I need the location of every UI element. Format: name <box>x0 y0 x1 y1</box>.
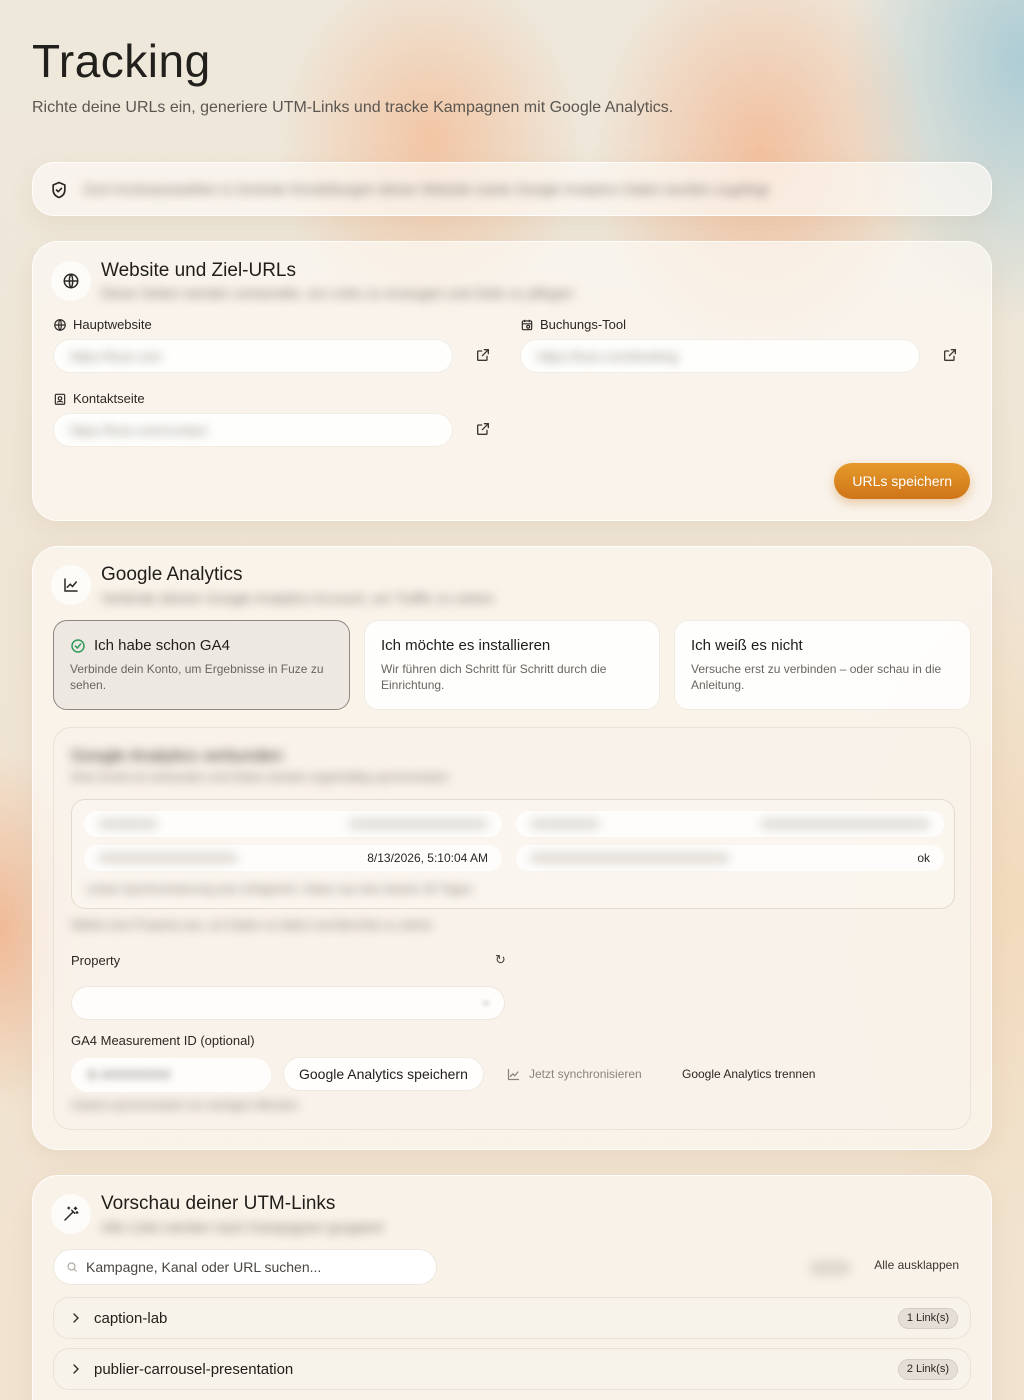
urls-section-title: Website und Ziel-URLs <box>101 260 297 281</box>
contact-card-icon <box>53 392 67 406</box>
connection-subtitle: Dein Konto ist verbunden und Daten werde… <box>71 770 448 784</box>
urls-section: Website und Ziel-URLs Diese Seiten werde… <box>32 241 992 521</box>
measurement-id-input[interactable]: G-XXXXXXXX <box>71 1058 271 1092</box>
page-subtitle: Richte deine URLs ein, generiere UTM-Lin… <box>32 99 674 116</box>
chart-line-icon <box>506 1067 521 1082</box>
ga-section-title: Google Analytics <box>101 564 243 585</box>
connection-status-box: 8/13/2026, 5:10:04 AM ok Letzte Synchron… <box>71 799 955 909</box>
utm-preview-section: Vorschau deiner UTM-Links Alle Links wer… <box>32 1175 992 1400</box>
collapse-all-control[interactable] <box>809 1260 851 1276</box>
chevron-right-icon <box>68 1361 84 1377</box>
chevron-down-icon <box>480 997 492 1009</box>
choice-have-ga4[interactable]: Ich habe schon GA4 Verbinde dein Konto, … <box>53 620 350 710</box>
link-count-badge: 1 Link(s) <box>897 1308 958 1329</box>
booking-input[interactable]: https://fuze.com/booking <box>520 339 920 373</box>
contact-label: Kontaktseite <box>53 391 145 406</box>
contact-input[interactable]: https://fuze.com/contact <box>53 413 453 447</box>
main-site-input[interactable]: https://fuze.com <box>53 339 453 373</box>
magic-wand-icon <box>51 1194 91 1234</box>
external-link-icon[interactable] <box>938 343 962 367</box>
campaign-name: caption-lab <box>94 1310 168 1327</box>
ga-connection-panel: Google Analytics verbunden Dein Konto is… <box>53 727 971 1130</box>
expand-all-button[interactable]: Alle ausklappen <box>874 1258 959 1272</box>
main-site-label: Hauptwebsite <box>53 317 152 332</box>
choice-install[interactable]: Ich möchte es installieren Wir führen di… <box>364 620 660 710</box>
link-count-badge: 2 Link(s) <box>897 1359 958 1380</box>
chart-line-icon <box>51 565 91 605</box>
page-title: Tracking <box>32 35 211 87</box>
disconnect-ga-button[interactable]: Google Analytics trennen <box>682 1057 815 1091</box>
connection-title: Google Analytics verbunden <box>71 746 283 765</box>
google-analytics-section: Google Analytics Verbinde deinen Google … <box>32 546 992 1150</box>
last-sync-timestamp: 8/13/2026, 5:10:04 AM <box>367 851 488 865</box>
property-label: Property <box>71 953 121 968</box>
ga-section-subtitle: Verbinde deinen Google Analytics Account… <box>101 590 494 606</box>
check-circle-icon <box>70 638 86 654</box>
status-pill-last-sync: 8/13/2026, 5:10:04 AM <box>84 845 502 871</box>
search-icon <box>66 1261 78 1273</box>
property-select[interactable] <box>71 986 505 1020</box>
external-link-icon[interactable] <box>471 343 495 367</box>
globe-icon <box>51 261 91 301</box>
ga-footer-note: Zuletzt synchronisiert vor wenigen Minut… <box>71 1098 299 1112</box>
calendar-icon <box>520 318 534 332</box>
save-ga-button[interactable]: Google Analytics speichern <box>283 1057 484 1091</box>
utm-section-title: Vorschau deiner UTM-Links <box>101 1193 336 1214</box>
campaign-row[interactable]: publier-carrousel-presentation 2 Link(s) <box>53 1348 971 1390</box>
booking-label: Buchungs-Tool <box>520 317 626 332</box>
status-pill-account <box>84 811 502 837</box>
status-pill-sync-status: ok <box>516 845 944 871</box>
chevron-right-icon <box>68 1310 84 1326</box>
privacy-notice: Zum Kontoauswahlen & Zentrale Einstellun… <box>32 162 992 216</box>
notice-text: Zum Kontoauswahlen & Zentrale Einstellun… <box>83 181 769 197</box>
sync-now-button[interactable]: Jetzt synchronisieren <box>506 1057 642 1091</box>
connection-note: Letzte Synchronisierung war erfolgreich.… <box>86 882 473 896</box>
status-pill-email <box>516 811 944 837</box>
connection-hint: Wähle eine Property aus, um Daten zu lad… <box>71 918 433 932</box>
measurement-id-label: GA4 Measurement ID (optional) <box>71 1033 255 1048</box>
choice-dont-know[interactable]: Ich weiß es nicht Versuche erst zu verbi… <box>674 620 971 710</box>
campaign-name: publier-carrousel-presentation <box>94 1361 294 1378</box>
campaign-row[interactable]: caption-lab 1 Link(s) <box>53 1297 971 1339</box>
save-urls-button[interactable]: URLs speichern <box>834 463 970 499</box>
refresh-icon[interactable]: ↻ <box>495 952 506 968</box>
utm-section-subtitle: Alle Links werden nach Kampagnen gruppie… <box>101 1219 384 1235</box>
utm-search-input[interactable]: Kampagne, Kanal oder URL suchen... <box>53 1249 437 1285</box>
sync-status-value: ok <box>917 851 930 865</box>
external-link-icon[interactable] <box>471 417 495 441</box>
globe-small-icon <box>53 318 67 332</box>
urls-section-subtitle: Diese Seiten werden verwendet, um Links … <box>101 285 574 301</box>
shield-check-icon <box>49 180 69 200</box>
